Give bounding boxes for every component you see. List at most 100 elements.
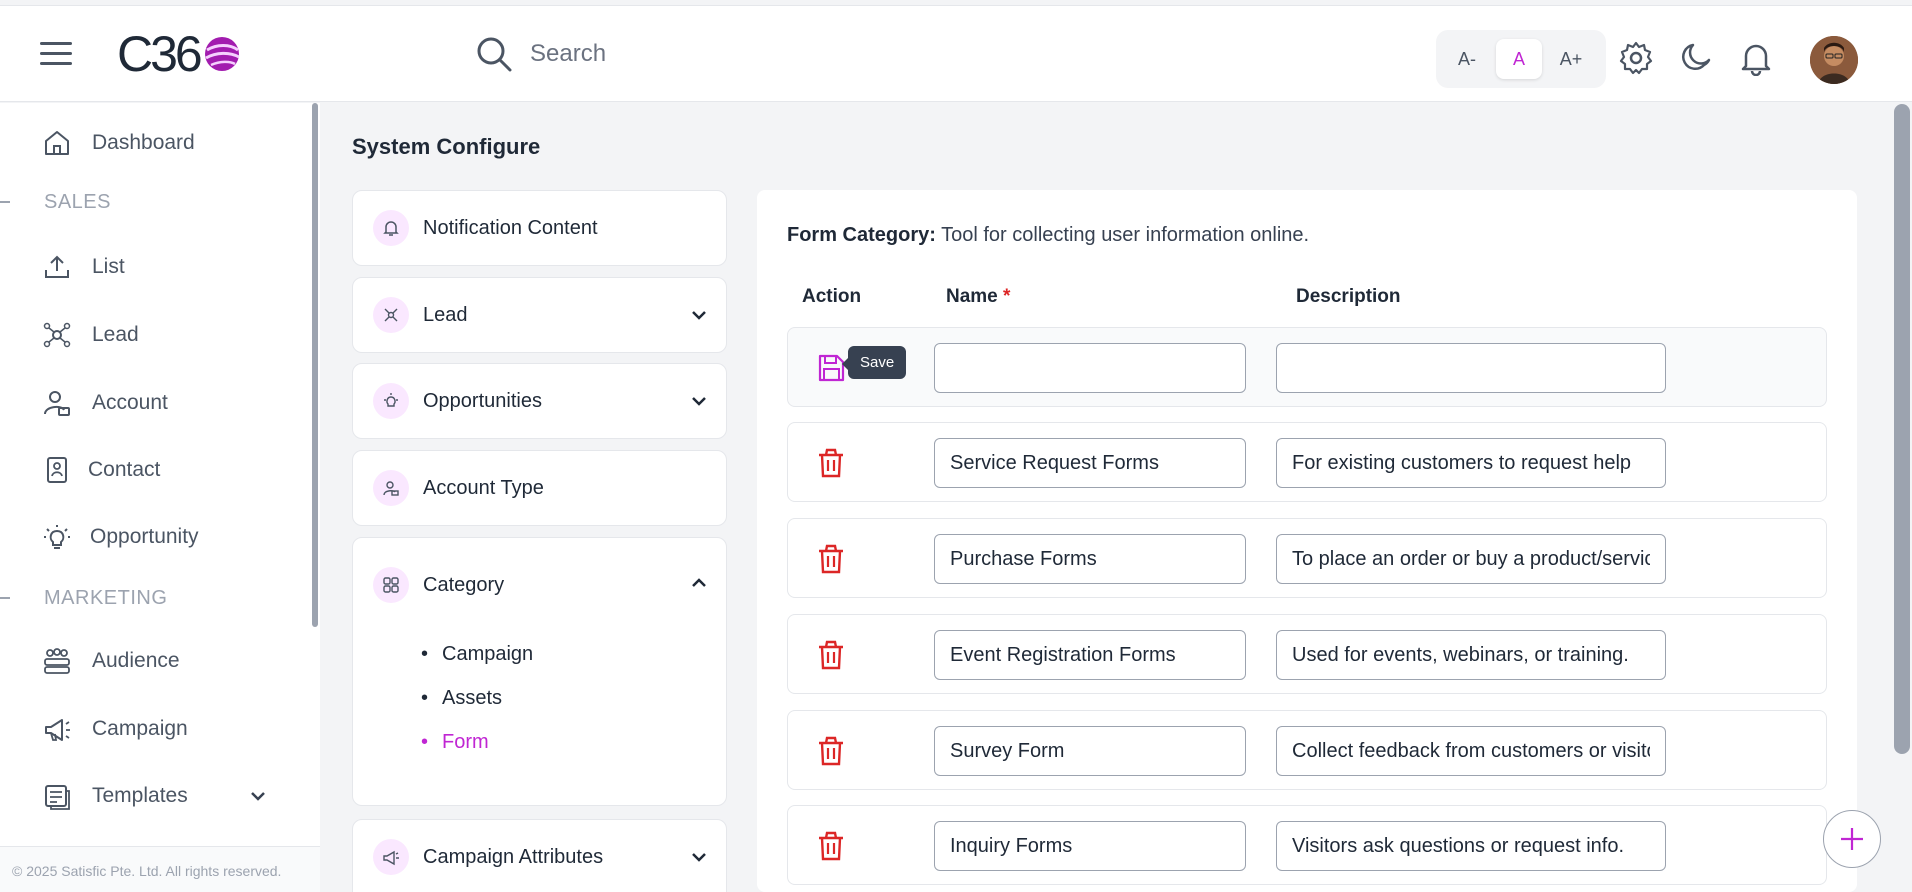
form-category-description: Form Category: Tool for collecting user … [787, 224, 1309, 247]
required-mark: * [1003, 286, 1011, 307]
sidebar-item-templates[interactable]: Templates [42, 776, 272, 816]
name-field[interactable] [934, 534, 1246, 584]
description-field[interactable] [1276, 438, 1666, 488]
hamburger-menu-icon[interactable] [40, 42, 72, 66]
search-bar [474, 34, 974, 74]
column-header-name: Name * [946, 286, 1010, 308]
section-divider [0, 201, 10, 203]
form-category-label: Form Category: [787, 224, 936, 246]
description-field[interactable] [1276, 630, 1666, 680]
sidebar-item-account[interactable]: Account [42, 383, 168, 423]
sidebar-item-label: Opportunity [90, 525, 199, 548]
form-category-row [787, 518, 1827, 598]
moon-icon[interactable] [1678, 40, 1714, 76]
chevron-down-icon [692, 397, 706, 406]
config-item-label: Account Type [423, 476, 544, 499]
page-title: System Configure [352, 134, 541, 159]
bell-icon [373, 210, 409, 246]
font-size-switcher: A- A A+ [1436, 30, 1606, 88]
marketing-section-title: MARKETING [44, 587, 168, 609]
contact-card-icon [47, 457, 67, 483]
sidebar-item-label: Campaign [92, 717, 188, 740]
section-divider [0, 597, 10, 599]
sidebar-item-dashboard[interactable]: Dashboard [42, 123, 195, 163]
config-item-category[interactable]: Category Campaign Assets Form [352, 537, 727, 806]
search-icon[interactable] [474, 34, 514, 74]
save-tooltip: Save [841, 346, 907, 379]
trash-icon[interactable] [816, 543, 846, 575]
sidebar-item-label: Audience [92, 649, 180, 672]
sidebar-item-contact[interactable]: Contact [42, 450, 160, 490]
category-sub-list: Campaign Assets Form [353, 632, 726, 764]
category-item-campaign[interactable]: Campaign [429, 632, 726, 676]
plus-icon [1841, 828, 1863, 850]
config-item-account-type[interactable]: Account Type [352, 450, 727, 526]
config-item-label: Notification Content [423, 216, 598, 239]
sidebar-item-opportunity[interactable]: Opportunity [42, 517, 199, 557]
bell-icon[interactable] [1738, 40, 1774, 76]
network-icon [43, 322, 71, 348]
new-name-field[interactable] [934, 343, 1246, 393]
column-header-action: Action [802, 286, 862, 307]
description-field[interactable] [1276, 726, 1666, 776]
name-field[interactable] [934, 821, 1246, 871]
chevron-down-icon [692, 853, 706, 862]
app-header: C36 A- A A+ [0, 6, 1912, 102]
config-item-lead[interactable]: Lead [352, 277, 727, 353]
config-item-label: Category [423, 573, 505, 596]
sidebar-item-campaign[interactable]: Campaign [42, 709, 188, 749]
app-logo[interactable]: C36 [117, 26, 242, 82]
sidebar-item-list[interactable]: List [42, 247, 125, 287]
sidebar-item-label: Contact [88, 458, 161, 481]
form-category-row [787, 805, 1827, 885]
font-decrease-button[interactable]: A- [1444, 39, 1490, 79]
form-category-row [787, 710, 1827, 790]
network-icon [373, 297, 409, 333]
config-item-campaign-attributes[interactable]: Campaign Attributes [352, 819, 727, 892]
sidebar-item-audience[interactable]: Audience [42, 641, 180, 681]
sidebar-item-label: Templates [92, 784, 188, 807]
new-description-field[interactable] [1276, 343, 1666, 393]
sidebar-item-lead[interactable]: Lead [42, 315, 139, 355]
gear-icon[interactable] [1618, 40, 1654, 76]
logo-text: C36 [117, 26, 203, 82]
template-icon [45, 785, 70, 810]
search-input[interactable] [530, 40, 950, 68]
category-item-form[interactable]: Form [429, 720, 726, 764]
lightbulb-icon [373, 383, 409, 419]
name-field[interactable] [934, 630, 1246, 680]
megaphone-icon [373, 839, 409, 875]
description-field[interactable] [1276, 534, 1666, 584]
trash-icon[interactable] [816, 735, 846, 767]
trash-icon[interactable] [816, 447, 846, 479]
description-field[interactable] [1276, 821, 1666, 871]
user-card-icon [373, 470, 409, 506]
name-field[interactable] [934, 726, 1246, 776]
trash-icon[interactable] [816, 639, 846, 671]
new-form-category-row: Save [787, 327, 1827, 407]
sidebar-item-label: Account [92, 391, 168, 414]
copyright-footer: © 2025 Satisfic Pte. Ltd. All rights res… [0, 846, 320, 892]
chevron-down-icon [692, 311, 706, 320]
main-scrollbar[interactable] [1894, 104, 1910, 754]
upload-icon [45, 255, 69, 278]
sidebar-item-label: Lead [92, 323, 139, 346]
user-avatar[interactable] [1810, 36, 1858, 84]
name-field[interactable] [934, 438, 1246, 488]
font-normal-button[interactable]: A [1496, 39, 1542, 79]
sidebar-scrollbar[interactable] [312, 103, 318, 627]
form-category-panel: Form Category: Tool for collecting user … [757, 190, 1857, 892]
category-item-assets[interactable]: Assets [429, 676, 726, 720]
sidebar-item-label: List [92, 255, 125, 278]
user-card-icon [44, 391, 70, 416]
trash-icon[interactable] [816, 830, 846, 862]
sidebar: Dashboard SALES List Lead Account Contac… [0, 103, 320, 892]
config-item-label: Lead [423, 303, 468, 326]
config-item-notification[interactable]: Notification Content [352, 190, 727, 266]
add-button[interactable] [1823, 810, 1881, 868]
sidebar-item-label: Dashboard [92, 131, 195, 154]
chevron-down-icon [251, 792, 265, 801]
config-item-opportunities[interactable]: Opportunities [352, 363, 727, 439]
megaphone-icon [45, 719, 70, 741]
font-increase-button[interactable]: A+ [1548, 39, 1594, 79]
